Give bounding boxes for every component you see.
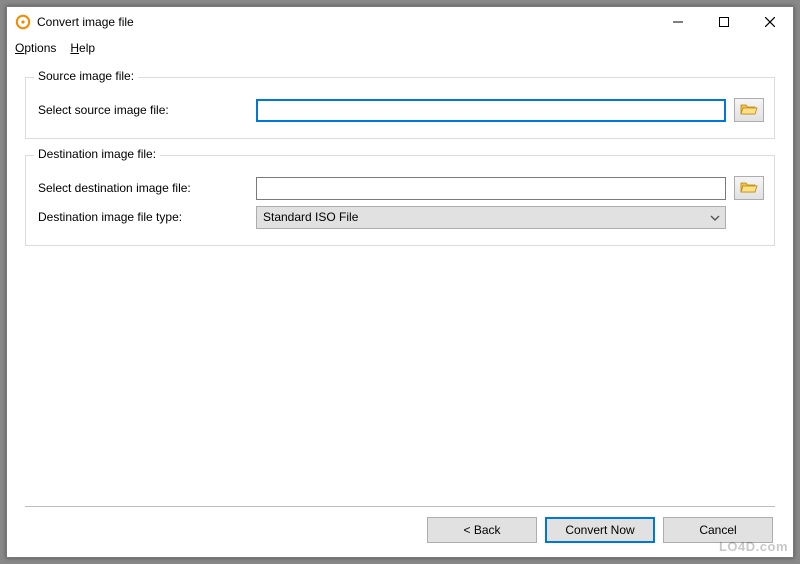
label-destination-type: Destination image file type: xyxy=(36,210,256,224)
back-button[interactable]: < Back xyxy=(427,517,537,543)
menu-options[interactable]: Options xyxy=(15,41,56,55)
folder-open-icon xyxy=(740,180,758,197)
convert-now-button[interactable]: Convert Now xyxy=(545,517,655,543)
menubar: Options Help xyxy=(7,37,793,59)
destination-type-select[interactable]: Standard ISO File xyxy=(256,206,726,229)
group-destination-legend: Destination image file: xyxy=(34,147,160,161)
window-frame: Convert image file Options Help Source i… xyxy=(6,6,794,558)
row-source-file: Select source image file: xyxy=(36,97,764,123)
group-source: Source image file: Select source image f… xyxy=(25,77,775,139)
window-title: Convert image file xyxy=(37,14,655,29)
label-source-file: Select source image file: xyxy=(36,103,256,117)
group-source-legend: Source image file: xyxy=(34,69,138,83)
separator xyxy=(25,506,775,507)
destination-file-input[interactable] xyxy=(256,177,726,200)
client-area: Source image file: Select source image f… xyxy=(7,59,793,557)
cancel-button[interactable]: Cancel xyxy=(663,517,773,543)
close-button[interactable] xyxy=(747,7,793,36)
minimize-button[interactable] xyxy=(655,7,701,36)
browse-source-button[interactable] xyxy=(734,98,764,122)
row-destination-file: Select destination image file: xyxy=(36,175,764,201)
spacer xyxy=(23,252,777,506)
maximize-button[interactable] xyxy=(701,7,747,36)
row-destination-type: Destination image file type: Standard IS… xyxy=(36,204,764,230)
source-file-input[interactable] xyxy=(256,99,726,122)
destination-type-value: Standard ISO File xyxy=(256,206,726,229)
menu-help[interactable]: Help xyxy=(70,41,95,55)
window-controls xyxy=(655,7,793,36)
label-destination-file: Select destination image file: xyxy=(36,181,256,195)
folder-open-icon xyxy=(740,102,758,119)
dialog-buttons: < Back Convert Now Cancel xyxy=(23,517,777,545)
titlebar[interactable]: Convert image file xyxy=(7,7,793,37)
app-icon xyxy=(15,14,31,30)
browse-destination-button[interactable] xyxy=(734,176,764,200)
group-destination: Destination image file: Select destinati… xyxy=(25,155,775,246)
